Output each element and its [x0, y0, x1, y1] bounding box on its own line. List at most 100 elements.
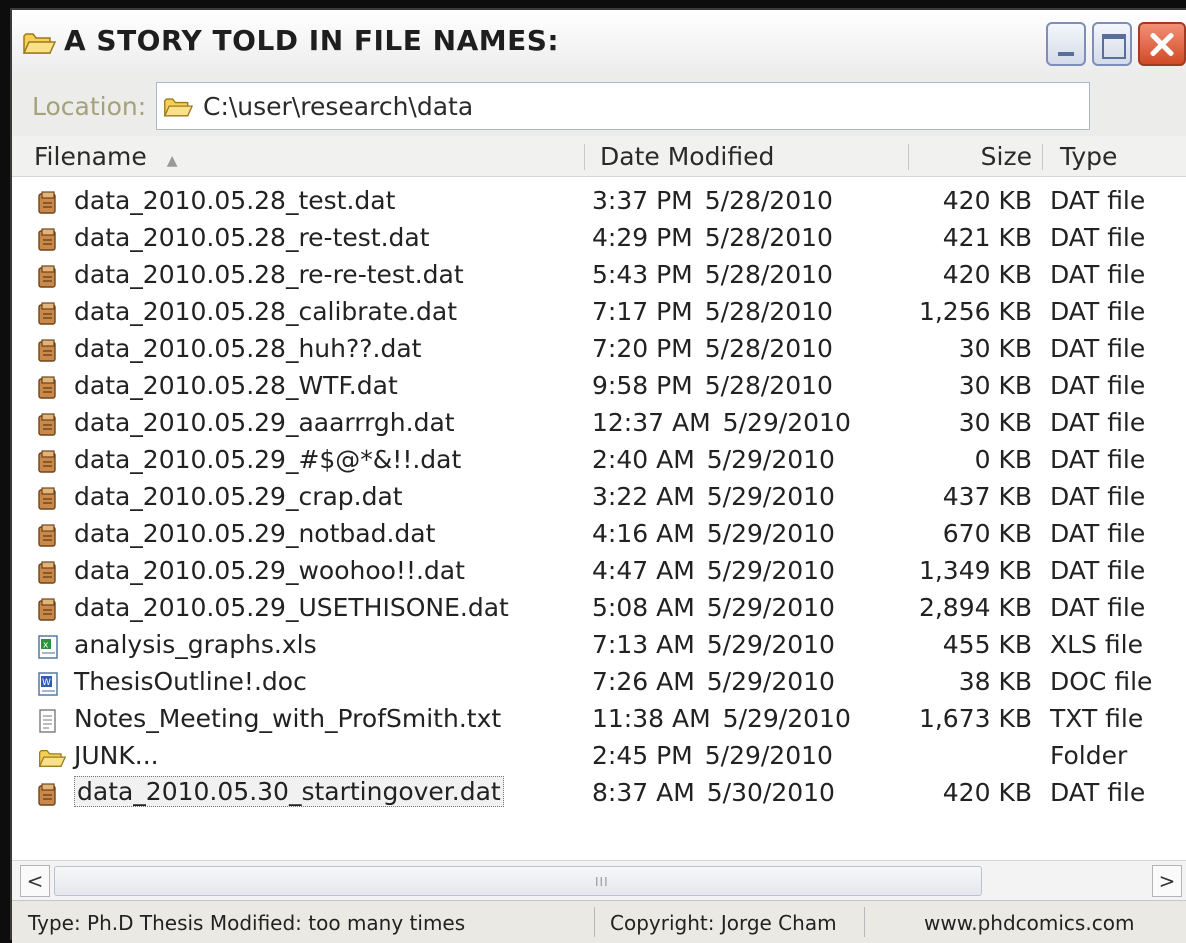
- folder-icon: [38, 746, 67, 775]
- file-date: 5/28/2010: [704, 371, 833, 400]
- column-filename[interactable]: Filename ▲: [34, 142, 177, 171]
- status-info: Type: Ph.D Thesis Modified: too many tim…: [28, 911, 466, 935]
- file-row[interactable]: W ThesisOutline!.doc 7:26 AM 5/29/2010 38 KB…: [12, 663, 1186, 700]
- file-date-modified: 2:40 AM 5/29/2010: [592, 445, 835, 474]
- column-divider[interactable]: [908, 144, 909, 170]
- file-row[interactable]: data_2010.05.29_notbad.dat 4:16 AM 5/29/20…: [12, 515, 1186, 552]
- file-date-modified: 7:20 PM 5/28/2010: [592, 334, 833, 363]
- window-title: A STORY TOLD IN FILE NAMES:: [64, 24, 560, 57]
- scroll-thumb[interactable]: III: [54, 866, 982, 896]
- maximize-button[interactable]: [1092, 22, 1132, 66]
- file-name: data_2010.05.28_re-test.dat: [74, 223, 430, 252]
- column-filename-label: Filename: [34, 142, 147, 171]
- file-row[interactable]: data_2010.05.30_startingover.dat 8:37 AM 5…: [12, 774, 1186, 811]
- file-row[interactable]: data_2010.05.29_woohoo!!.dat 4:47 AM 5/29/…: [12, 552, 1186, 589]
- dat-file-icon: [38, 228, 58, 258]
- file-date-modified: 8:37 AM 5/30/2010: [592, 778, 835, 807]
- file-row[interactable]: data_2010.05.28_re-test.dat 4:29 PM 5/28/2…: [12, 219, 1186, 256]
- file-date-modified: 9:58 PM 5/28/2010: [592, 371, 833, 400]
- horizontal-scrollbar[interactable]: < III >: [12, 860, 1186, 901]
- file-type: DAT file: [1050, 445, 1146, 474]
- svg-text:W: W: [42, 678, 51, 688]
- location-field[interactable]: C:\user\research\data ⌄: [156, 82, 1090, 130]
- file-name: data_2010.05.29_crap.dat: [74, 482, 403, 511]
- column-divider[interactable]: [584, 144, 585, 170]
- file-row[interactable]: data_2010.05.29_aaarrrgh.dat 12:37 AM 5/29…: [12, 404, 1186, 441]
- file-date-modified: 7:17 PM 5/28/2010: [592, 297, 833, 326]
- file-date: 5/29/2010: [704, 741, 833, 770]
- file-time: 4:16 AM: [592, 519, 695, 548]
- file-row[interactable]: data_2010.05.28_huh??.dat 7:20 PM 5/28/201…: [12, 330, 1186, 367]
- file-list: data_2010.05.28_test.dat 3:37 PM 5/28/2010…: [12, 182, 1186, 811]
- file-row[interactable]: JUNK... 2:45 PM 5/29/2010 Folder: [12, 737, 1186, 774]
- column-divider[interactable]: [1042, 144, 1043, 170]
- file-row[interactable]: data_2010.05.29_USETHISONE.dat 5:08 AM 5/2…: [12, 589, 1186, 626]
- xls-file-icon: x: [38, 635, 60, 665]
- file-time: 12:37 AM: [592, 408, 711, 437]
- column-date-modified[interactable]: Date Modified: [600, 142, 774, 171]
- file-date: 5/29/2010: [706, 482, 835, 511]
- scroll-left-button[interactable]: <: [20, 865, 50, 897]
- file-name: data_2010.05.29_woohoo!!.dat: [74, 556, 465, 585]
- file-date-modified: 7:13 AM 5/29/2010: [592, 630, 835, 659]
- close-button[interactable]: [1138, 22, 1186, 66]
- dat-file-icon: [38, 376, 58, 406]
- minimize-button[interactable]: [1046, 22, 1086, 66]
- file-name: Notes_Meeting_with_ProfSmith.txt: [74, 704, 502, 733]
- status-divider: [594, 907, 595, 937]
- file-name: data_2010.05.28_huh??.dat: [74, 334, 422, 363]
- file-date-modified: 2:45 PM 5/29/2010: [592, 741, 833, 770]
- file-size: 1,349 KB: [918, 556, 1032, 585]
- file-row[interactable]: data_2010.05.29_#$@*&!!.dat 2:40 AM 5/29/2…: [12, 441, 1186, 478]
- file-size: 38 KB: [958, 667, 1032, 696]
- svg-text:x: x: [43, 641, 49, 651]
- file-type: DOC file: [1050, 667, 1153, 696]
- file-date-modified: 11:38 AM 5/29/2010: [592, 704, 851, 733]
- location-label: Location:: [32, 92, 147, 121]
- file-type: TXT file: [1050, 704, 1144, 733]
- file-name: analysis_graphs.xls: [74, 630, 317, 659]
- file-row[interactable]: data_2010.05.28_WTF.dat 9:58 PM 5/28/2010 3…: [12, 367, 1186, 404]
- file-row[interactable]: Notes_Meeting_with_ProfSmith.txt 11:38 AM…: [12, 700, 1186, 737]
- file-row[interactable]: data_2010.05.28_test.dat 3:37 PM 5/28/2010…: [12, 182, 1186, 219]
- file-size: 421 KB: [942, 223, 1032, 252]
- doc-file-icon: W: [38, 672, 60, 702]
- file-time: 2:45 PM: [592, 741, 693, 770]
- file-name: data_2010.05.28_re-re-test.dat: [74, 260, 464, 289]
- file-date: 5/28/2010: [704, 223, 833, 252]
- file-date-modified: 12:37 AM 5/29/2010: [592, 408, 851, 437]
- file-type: DAT file: [1050, 482, 1146, 511]
- file-type: DAT file: [1050, 556, 1146, 585]
- file-time: 4:47 AM: [592, 556, 695, 585]
- column-type[interactable]: Type: [1060, 142, 1117, 171]
- file-date: 5/29/2010: [706, 593, 835, 622]
- file-name: data_2010.05.28_test.dat: [74, 186, 396, 215]
- scroll-right-button[interactable]: >: [1152, 865, 1182, 897]
- file-name: data_2010.05.28_calibrate.dat: [74, 297, 457, 326]
- title-bar[interactable]: A STORY TOLD IN FILE NAMES:: [12, 10, 1186, 75]
- file-time: 4:29 PM: [592, 223, 693, 252]
- status-website: www.phdcomics.com: [924, 911, 1135, 935]
- file-date: 5/29/2010: [706, 556, 835, 585]
- file-row[interactable]: data_2010.05.29_crap.dat 3:22 AM 5/29/2010…: [12, 478, 1186, 515]
- file-date-modified: 5:08 AM 5/29/2010: [592, 593, 835, 622]
- file-time: 11:38 AM: [592, 704, 711, 733]
- file-date: 5/28/2010: [704, 297, 833, 326]
- dat-file-icon: [38, 487, 58, 517]
- file-row[interactable]: data_2010.05.28_re-re-test.dat 5:43 PM 5/2…: [12, 256, 1186, 293]
- location-path: C:\user\research\data: [203, 92, 474, 121]
- file-date: 5/29/2010: [706, 667, 835, 696]
- dat-file-icon: [38, 265, 58, 295]
- file-date: 5/29/2010: [722, 408, 851, 437]
- file-date-modified: 4:47 AM 5/29/2010: [592, 556, 835, 585]
- file-date: 5/30/2010: [706, 778, 835, 807]
- file-date: 5/29/2010: [706, 630, 835, 659]
- file-size: 420 KB: [942, 778, 1032, 807]
- file-row[interactable]: data_2010.05.28_calibrate.dat 7:17 PM 5/28…: [12, 293, 1186, 330]
- column-size[interactable]: Size: [981, 142, 1032, 171]
- file-time: 3:22 AM: [592, 482, 695, 511]
- file-size: 2,894 KB: [918, 593, 1032, 622]
- dat-file-icon: [38, 783, 58, 813]
- file-row[interactable]: x analysis_graphs.xls 7:13 AM 5/29/2010 455 …: [12, 626, 1186, 663]
- file-size: 30 KB: [958, 334, 1032, 363]
